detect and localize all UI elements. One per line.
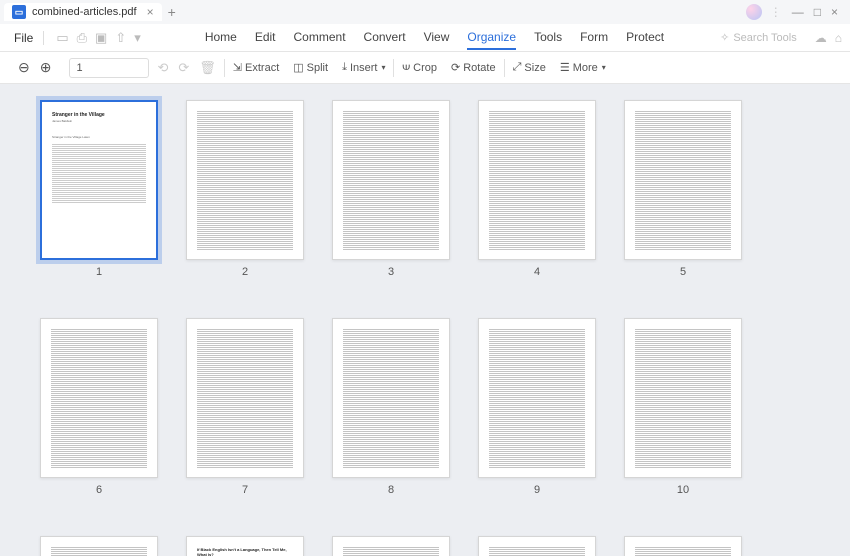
page-thumbnail-1[interactable]: Stranger in the Village James Baldwin St… xyxy=(40,100,158,260)
page-label: 10 xyxy=(677,484,689,496)
document-tab[interactable]: ▭ combined-articles.pdf × xyxy=(4,3,162,21)
page-thumbnail-13[interactable] xyxy=(332,536,450,556)
page-label: 5 xyxy=(680,266,686,278)
tab-comment[interactable]: Comment xyxy=(294,26,346,50)
more-icon: ☰ xyxy=(560,61,570,74)
page-thumbnail-3[interactable] xyxy=(332,100,450,260)
page-label: 6 xyxy=(96,484,102,496)
save-icon[interactable]: ▣ xyxy=(95,30,107,46)
size-icon: ⤢ xyxy=(513,61,522,74)
app-icon: ▭ xyxy=(12,5,26,19)
doc-title: Stranger in the Village xyxy=(52,112,146,118)
delete-icon: 🗑 xyxy=(199,60,216,76)
page-thumbnail-5[interactable] xyxy=(624,100,742,260)
tab-title: combined-articles.pdf xyxy=(32,6,137,18)
open-icon[interactable]: ▭ xyxy=(56,30,68,46)
chevron-down-icon: ▾ xyxy=(381,63,385,72)
extract-icon: ⇲ xyxy=(233,61,242,74)
maximize-button[interactable]: □ xyxy=(814,5,821,19)
insert-button[interactable]: ⤓Insert▾ xyxy=(342,61,385,74)
page-label: 3 xyxy=(388,266,394,278)
page-thumbnail-15[interactable] xyxy=(624,536,742,556)
dropdown-icon[interactable]: ▾ xyxy=(134,30,141,46)
minimize-button[interactable]: — xyxy=(792,5,804,19)
close-tab-icon[interactable]: × xyxy=(147,5,154,19)
page-thumbnail-8[interactable] xyxy=(332,318,450,478)
crop-icon: ⟒ xyxy=(402,61,410,74)
search-tools[interactable]: ✧ Search Tools xyxy=(720,31,797,44)
page-label: 1 xyxy=(96,266,102,278)
zoom-in-button[interactable]: ⊕ xyxy=(40,59,52,76)
size-button[interactable]: ⤢Size xyxy=(513,61,546,74)
cloud-icon[interactable]: ☁ xyxy=(815,31,827,45)
page-thumbnail-12[interactable]: If Black English Isn't a Language, Then … xyxy=(186,536,304,556)
insert-icon: ⤓ xyxy=(342,61,347,74)
more-button[interactable]: ☰More▾ xyxy=(560,61,606,74)
kebab-menu-icon[interactable]: ⋮ xyxy=(770,5,782,19)
page-label: 9 xyxy=(534,484,540,496)
tab-convert[interactable]: Convert xyxy=(364,26,406,50)
tab-tools[interactable]: Tools xyxy=(534,26,562,50)
extract-button[interactable]: ⇲Extract xyxy=(233,61,279,74)
page-thumbnail-6[interactable] xyxy=(40,318,158,478)
tab-home[interactable]: Home xyxy=(205,26,237,50)
page-thumbnail-2[interactable] xyxy=(186,100,304,260)
page-label: 8 xyxy=(388,484,394,496)
page-thumbnail-11[interactable] xyxy=(40,536,158,556)
close-window-button[interactable]: × xyxy=(831,5,838,19)
search-placeholder: Search Tools xyxy=(733,32,796,44)
zoom-out-button[interactable]: ⊖ xyxy=(18,59,30,76)
rotate-button[interactable]: ⟳Rotate xyxy=(451,61,496,74)
rotate-left-icon: ⟲ xyxy=(157,60,168,76)
doc-author: James Baldwin xyxy=(52,120,146,124)
tab-edit[interactable]: Edit xyxy=(255,26,276,50)
add-tab-button[interactable]: + xyxy=(168,4,176,20)
page-thumbnail-14[interactable] xyxy=(478,536,596,556)
tab-form[interactable]: Form xyxy=(580,26,608,50)
home-icon[interactable]: ⌂ xyxy=(835,31,842,45)
print-icon[interactable]: ⎙ xyxy=(77,30,87,46)
split-button[interactable]: ◫Split xyxy=(293,61,328,74)
tab-protect[interactable]: Protect xyxy=(626,26,664,50)
assistant-orb-icon[interactable] xyxy=(746,4,762,20)
tab-view[interactable]: View xyxy=(424,26,450,50)
rotate-right-icon: ⟳ xyxy=(178,60,189,76)
tab-organize[interactable]: Organize xyxy=(467,26,516,50)
page-label: 2 xyxy=(242,266,248,278)
page-label: 4 xyxy=(534,266,540,278)
page-thumbnail-9[interactable] xyxy=(478,318,596,478)
sparkle-icon: ✧ xyxy=(720,31,729,44)
page-thumbnail-7[interactable] xyxy=(186,318,304,478)
page-number-input[interactable] xyxy=(69,58,149,78)
file-menu[interactable]: File xyxy=(8,31,39,45)
page-thumbnail-10[interactable] xyxy=(624,318,742,478)
crop-button[interactable]: ⟒Crop xyxy=(402,61,437,74)
share-icon[interactable]: ⇧ xyxy=(115,30,126,46)
rotate-icon: ⟳ xyxy=(451,61,460,74)
page-thumbnail-grid: Stranger in the Village James Baldwin St… xyxy=(0,84,850,556)
split-icon: ◫ xyxy=(293,61,303,74)
page-label: 7 xyxy=(242,484,248,496)
chevron-down-icon: ▾ xyxy=(602,63,606,72)
page-thumbnail-4[interactable] xyxy=(478,100,596,260)
